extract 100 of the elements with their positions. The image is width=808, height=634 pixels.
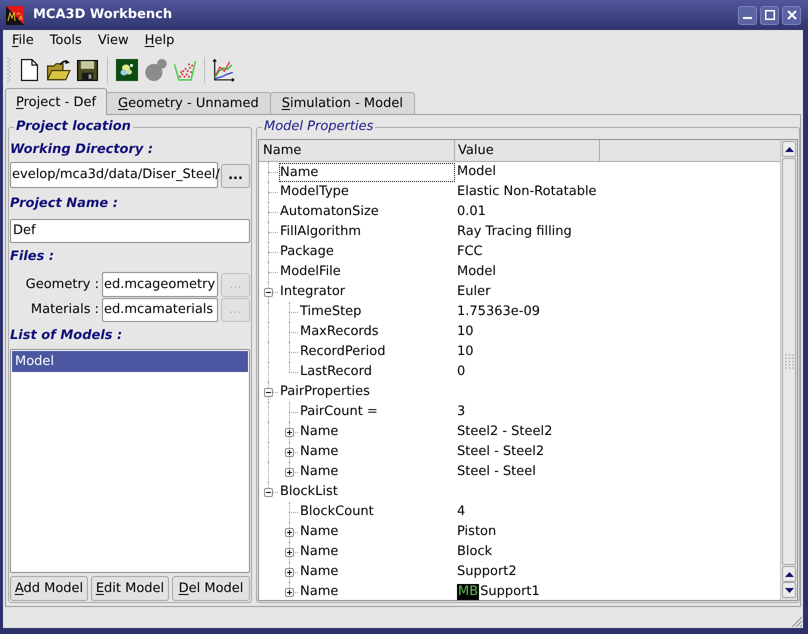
folder-icon[interactable] xyxy=(46,59,70,81)
property-name[interactable]: RecordPeriod xyxy=(300,344,386,360)
property-name[interactable]: LastRecord xyxy=(300,364,372,380)
property-name[interactable]: Name xyxy=(300,424,338,440)
file-label: Geometry : xyxy=(26,276,99,294)
expand-icon[interactable] xyxy=(285,448,294,457)
property-name[interactable]: Package xyxy=(280,244,334,260)
expand-icon[interactable] xyxy=(285,588,294,597)
property-value: Model xyxy=(457,164,496,180)
property-name[interactable]: BlockCount xyxy=(300,504,374,520)
line-chart-icon[interactable] xyxy=(212,58,235,82)
property-value: Block xyxy=(457,544,492,560)
property-value: Support2 xyxy=(457,564,517,580)
tab[interactable]: Geometry - Unnamed xyxy=(106,92,271,114)
scroll-up-button[interactable] xyxy=(782,566,796,582)
expand-icon[interactable] xyxy=(285,468,294,477)
property-name[interactable]: Name xyxy=(300,544,338,560)
property-name[interactable]: Name xyxy=(300,464,338,480)
property-value: 0.01 xyxy=(457,204,486,220)
scroll-down-button[interactable] xyxy=(782,582,796,598)
property-value: 10 xyxy=(457,324,474,340)
particles-tile-icon[interactable] xyxy=(116,59,138,81)
document-icon[interactable] xyxy=(21,59,38,81)
property-value: Steel - Steel2 xyxy=(457,444,544,460)
property-name[interactable]: PairCount = xyxy=(300,404,378,420)
dotted-cup-icon[interactable] xyxy=(172,60,196,80)
property-name[interactable]: Name xyxy=(279,162,455,182)
maximize-icon xyxy=(764,10,774,20)
list-item[interactable]: Model xyxy=(12,351,248,372)
minimize-icon xyxy=(743,16,752,18)
app-logo-icon xyxy=(6,6,24,24)
maximize-button[interactable] xyxy=(760,6,779,24)
up-arrow-icon xyxy=(784,146,794,152)
property-value: 1.75363e-09 xyxy=(457,304,540,320)
expand-icon[interactable] xyxy=(285,428,294,437)
close-button[interactable] xyxy=(782,6,801,24)
field-label: Project Name : xyxy=(10,195,118,213)
column-header[interactable]: Value xyxy=(455,140,600,162)
property-value: Euler xyxy=(457,284,490,300)
menu-item[interactable]: File xyxy=(4,31,42,51)
group-title: Project location xyxy=(14,118,133,136)
collapse-icon[interactable] xyxy=(264,288,273,297)
property-value: 3 xyxy=(457,404,466,420)
property-name[interactable]: ModelType xyxy=(280,184,349,200)
property-name[interactable]: AutomatonSize xyxy=(280,204,379,220)
field-label: List of Models : xyxy=(10,327,122,345)
collapse-icon[interactable] xyxy=(264,388,273,397)
collapse-icon[interactable] xyxy=(264,488,273,497)
menu-item[interactable]: Help xyxy=(136,31,182,51)
property-name[interactable]: MaxRecords xyxy=(300,324,379,340)
file-field[interactable]: ed.mcageometry xyxy=(102,272,218,297)
column-header[interactable]: Name xyxy=(259,140,455,162)
property-value: Steel2 - Steel2 xyxy=(457,424,552,440)
property-name[interactable]: Name xyxy=(300,584,338,600)
size-grip-icon[interactable] xyxy=(791,616,802,627)
property-value: FCC xyxy=(457,244,483,260)
grip-icon xyxy=(784,354,794,369)
property-value: Support1 xyxy=(480,584,540,600)
property-value: Steel - Steel xyxy=(457,464,536,480)
scroll-up-button[interactable] xyxy=(782,141,796,157)
property-name[interactable]: ModelFile xyxy=(280,264,341,280)
expand-icon[interactable] xyxy=(285,568,294,577)
field-label: Working Directory : xyxy=(10,141,154,159)
property-value: 10 xyxy=(457,344,474,360)
name-field[interactable]: Def xyxy=(10,219,250,243)
property-name[interactable]: BlockList xyxy=(280,484,338,500)
property-name[interactable]: Integrator xyxy=(280,284,346,300)
model-button[interactable]: Edit Model xyxy=(91,576,169,601)
directory-field[interactable]: evelop/mca3d/data/Diser_Steel/ xyxy=(10,162,218,188)
tab[interactable]: Project - Def xyxy=(5,88,108,115)
property-value: Model xyxy=(457,264,496,280)
property-value: Ray Tracing filling xyxy=(457,224,572,240)
property-value: 4 xyxy=(457,504,466,520)
down-arrow-icon xyxy=(784,588,794,592)
window-title: MCA3D Workbench xyxy=(33,7,172,23)
property-name[interactable]: PairProperties xyxy=(280,384,370,400)
menu-item[interactable]: View xyxy=(90,31,137,51)
toolbar-handle-icon[interactable] xyxy=(7,57,11,83)
file-field[interactable]: ed.mcamaterials xyxy=(102,298,218,322)
file-label: Materials : xyxy=(30,301,99,320)
expand-icon[interactable] xyxy=(285,528,294,537)
minimize-button[interactable] xyxy=(738,6,757,24)
up-arrow-icon xyxy=(784,572,794,576)
field-label: Files : xyxy=(10,248,54,266)
group-title: Model Properties xyxy=(262,118,376,136)
property-value: Piston xyxy=(457,524,496,540)
property-name[interactable]: Name xyxy=(300,564,338,580)
expand-icon[interactable] xyxy=(285,548,294,557)
browse-button[interactable]: ... xyxy=(221,164,250,188)
close-icon xyxy=(786,10,796,20)
property-value: 0 xyxy=(457,364,466,380)
property-name[interactable]: FillAlgorithm xyxy=(280,224,362,240)
scrollbar-thumb[interactable] xyxy=(782,158,796,565)
menu-item[interactable]: Tools xyxy=(42,31,90,51)
tab[interactable]: Simulation - Model xyxy=(270,92,415,114)
model-button[interactable]: Del Model xyxy=(172,576,250,601)
property-name[interactable]: Name xyxy=(300,524,338,540)
model-button[interactable]: Add Model xyxy=(10,576,88,601)
property-name[interactable]: TimeStep xyxy=(300,304,362,320)
property-name[interactable]: Name xyxy=(300,444,338,460)
